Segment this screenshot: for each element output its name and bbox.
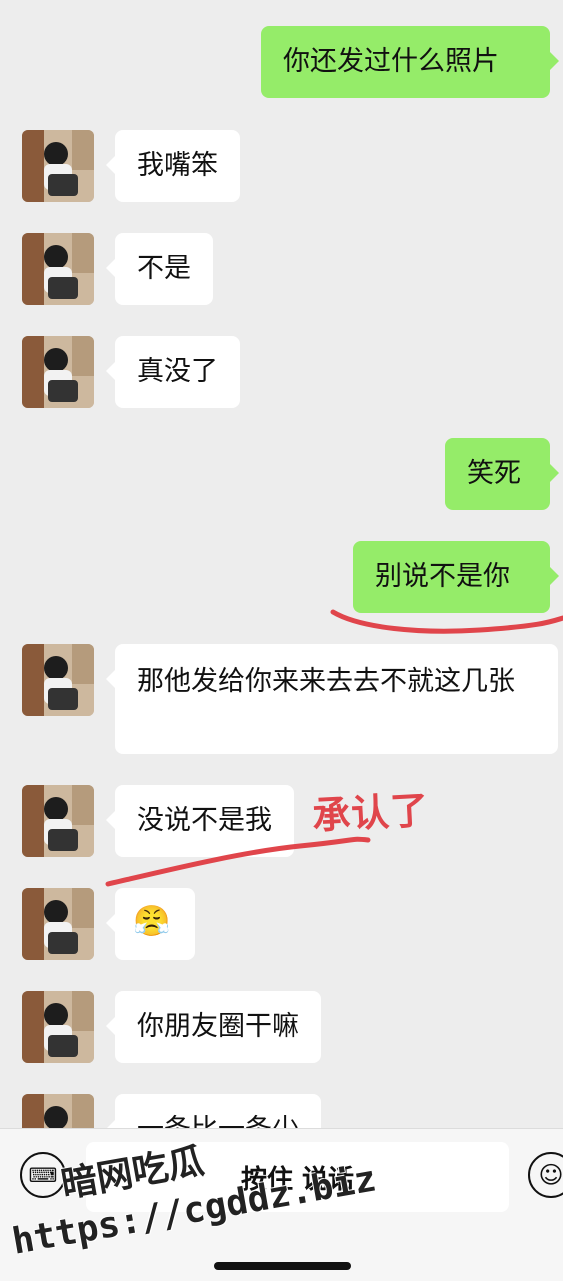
message-bubble-incoming[interactable]: 没说不是我 — [106, 785, 294, 857]
message-bubble-incoming[interactable]: 我嘴笨 — [106, 130, 240, 202]
avatar-photo — [22, 785, 94, 857]
emoji-sticker: 😤 — [133, 904, 171, 939]
emoji-icon: ☺ — [538, 1161, 563, 1189]
avatar-photo — [22, 130, 94, 202]
contact-avatar[interactable] — [22, 130, 94, 202]
message-text: 你还发过什么照片 — [283, 46, 499, 77]
home-indicator[interactable] — [214, 1262, 351, 1270]
message-text: 笑死 — [467, 458, 521, 489]
message-bubble-outgoing[interactable]: 别说不是你 — [353, 541, 559, 613]
contact-avatar[interactable] — [22, 336, 94, 408]
message-text: 那他发给你来来去去不就这几张 — [137, 666, 515, 697]
message-bubble-incoming[interactable]: 真没了 — [106, 336, 240, 408]
avatar-photo — [22, 336, 94, 408]
message-bubble-incoming[interactable]: 你朋友圈干嘛 — [106, 991, 321, 1063]
avatar-photo — [22, 888, 94, 960]
avatar-photo — [22, 233, 94, 305]
message-text: 不是 — [137, 253, 191, 284]
message-bubble-incoming[interactable]: 一条比一条少 — [106, 1094, 321, 1128]
contact-avatar[interactable] — [22, 991, 94, 1063]
contact-avatar[interactable] — [22, 785, 94, 857]
message-bubble-incoming[interactable]: 不是 — [106, 233, 213, 305]
contact-avatar[interactable] — [22, 888, 94, 960]
message-bubble-outgoing[interactable]: 笑死 — [445, 438, 559, 510]
annotation-text: 承认了 — [311, 787, 431, 839]
contact-avatar[interactable] — [22, 644, 94, 716]
message-text: 你朋友圈干嘛 — [137, 1011, 299, 1042]
message-text: 没说不是我 — [137, 805, 272, 836]
chat-area: 你还发过什么照片 我嘴笨 不是 真没了 笑死 别说不是你 那他发给你来来去去不就… — [0, 0, 563, 1128]
keyboard-icon: ⌨ — [28, 1163, 58, 1187]
contact-avatar[interactable] — [22, 233, 94, 305]
message-bubble-outgoing[interactable]: 你还发过什么照片 — [261, 26, 559, 98]
avatar-photo — [22, 644, 94, 716]
message-text: 一条比一条少 — [137, 1114, 299, 1128]
message-bubble-incoming[interactable]: 😤 — [106, 888, 195, 960]
message-text: 我嘴笨 — [137, 150, 218, 181]
avatar-photo — [22, 1094, 94, 1128]
contact-avatar[interactable] — [22, 1094, 94, 1128]
avatar-photo — [22, 991, 94, 1063]
message-bubble-incoming[interactable]: 那他发给你来来去去不就这几张 — [106, 644, 558, 754]
message-text: 真没了 — [137, 356, 218, 387]
message-text: 别说不是你 — [375, 561, 510, 592]
